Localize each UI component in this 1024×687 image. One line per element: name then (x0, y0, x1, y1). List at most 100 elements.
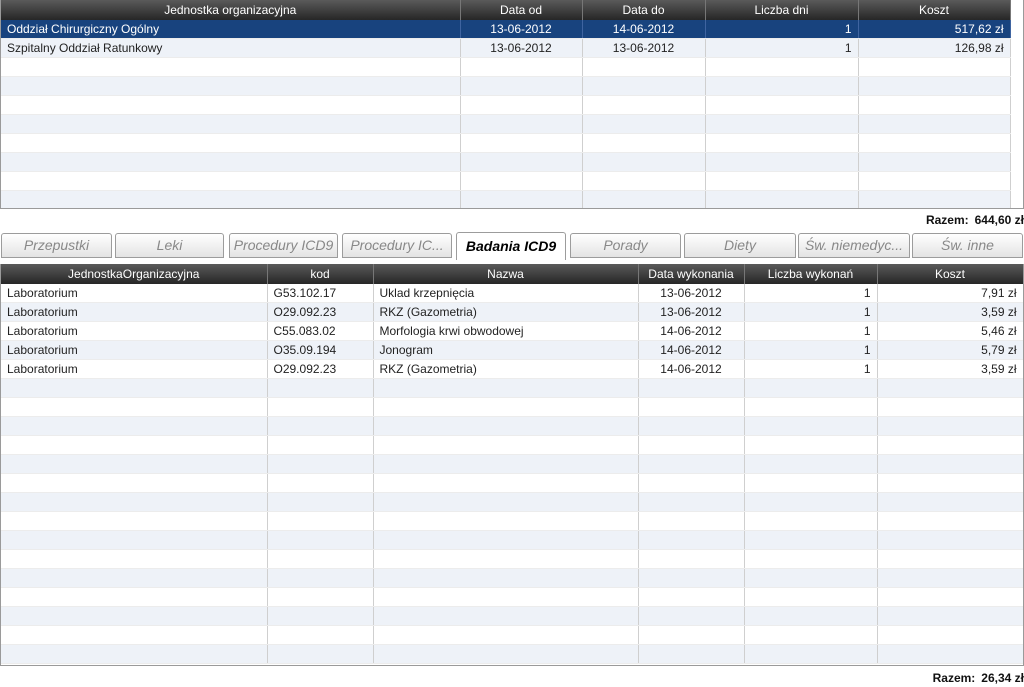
col-data-od[interactable]: Data od (460, 0, 583, 20)
stay-cell: 13-06-2012 (582, 38, 706, 58)
stay-row[interactable]: Szpitalny Oddział Ratunkowy 13-06-2012 13-… (1, 38, 1011, 58)
test-cell (267, 473, 374, 493)
empty-row[interactable] (1, 549, 1023, 569)
empty-row[interactable] (1, 587, 1023, 607)
stay-cell (582, 76, 706, 96)
empty-row[interactable] (1, 511, 1023, 531)
tab-leki[interactable]: Leki (115, 233, 224, 258)
empty-row[interactable] (1, 644, 1023, 664)
test-cell (744, 378, 878, 398)
test-cell: 7,91 zł (877, 284, 1023, 303)
test-cell: Laboratorium (1, 302, 268, 322)
stay-row[interactable]: Oddział Chirurgiczny Ogólny 13-06-2012 14-… (1, 20, 1011, 39)
col-kod[interactable]: kod (267, 264, 374, 284)
empty-row[interactable] (1, 397, 1023, 417)
test-row[interactable]: Laboratorium C55.083.02 Morfologia krwi ob… (1, 321, 1023, 341)
test-cell (267, 587, 374, 607)
stay-cell (582, 95, 706, 115)
empty-row[interactable] (1, 454, 1023, 474)
stay-cell (1, 152, 461, 172)
stay-cell (705, 171, 859, 191)
col-nazwa[interactable]: Nazwa (373, 264, 639, 284)
test-cell (744, 549, 878, 569)
empty-row[interactable] (1, 606, 1023, 626)
test-cell: 1 (744, 284, 878, 303)
test-cell: 3,59 zł (877, 302, 1023, 322)
empty-row[interactable] (1, 625, 1023, 645)
empty-row[interactable] (1, 568, 1023, 588)
test-cell (638, 416, 745, 436)
tab-przepustki[interactable]: Przepustki (1, 233, 112, 258)
test-cell: 1 (744, 302, 878, 322)
stay-cell (858, 114, 1011, 134)
stay-cell (858, 133, 1011, 153)
empty-row[interactable] (1, 152, 1011, 172)
col-koszt[interactable]: Koszt (858, 0, 1011, 20)
test-cell (373, 454, 639, 474)
test-cell (638, 397, 745, 417)
tests-grid[interactable]: JednostkaOrganizacyjna kod Nazwa Data wy… (0, 264, 1024, 666)
col-liczba-wykonan[interactable]: Liczba wykonań (744, 264, 878, 284)
tab-procedury-ic[interactable]: Procedury IC... (342, 233, 452, 258)
test-cell: RKZ (Gazometria) (373, 302, 639, 322)
test-cell (267, 416, 374, 436)
col-jednostka-organizacyjna[interactable]: Jednostka organizacyjna (1, 0, 461, 20)
empty-row[interactable] (1, 435, 1023, 455)
test-cell (877, 511, 1023, 531)
empty-row[interactable] (1, 95, 1011, 115)
test-cell: 1 (744, 340, 878, 360)
col-liczba-dni[interactable]: Liczba dni (705, 0, 859, 20)
test-cell (744, 587, 878, 607)
empty-row[interactable] (1, 76, 1011, 96)
empty-row[interactable] (1, 473, 1023, 493)
tab-procedury-icd9[interactable]: Procedury ICD9 (229, 233, 338, 258)
test-cell (877, 378, 1023, 398)
tab-sw-niemedyczne[interactable]: Św. niemedyc... (798, 233, 910, 258)
stay-cell (1, 76, 461, 96)
empty-row[interactable] (1, 492, 1023, 512)
test-cell (877, 644, 1023, 664)
tab-porady[interactable]: Porady (570, 233, 681, 258)
test-cell (877, 492, 1023, 512)
test-cell (373, 416, 639, 436)
empty-row[interactable] (1, 190, 1011, 208)
tab-diety[interactable]: Diety (684, 233, 796, 258)
empty-row[interactable] (1, 416, 1023, 436)
test-cell (373, 378, 639, 398)
tab-badania-icd9[interactable]: Badania ICD9 (456, 232, 566, 260)
empty-row[interactable] (1, 378, 1023, 398)
test-row[interactable]: Laboratorium O29.092.23 RKZ (Gazometria) 13… (1, 302, 1023, 322)
test-row[interactable]: Laboratorium O35.09.194 Jonogram 14-06-2012… (1, 340, 1023, 360)
test-cell (638, 492, 745, 512)
test-cell (373, 587, 639, 607)
empty-row[interactable] (1, 171, 1011, 191)
col-data-do[interactable]: Data do (582, 0, 706, 20)
test-cell (877, 416, 1023, 436)
stay-cell (858, 76, 1011, 96)
col-data-wykonania[interactable]: Data wykonania (638, 264, 745, 284)
stays-grid[interactable]: Jednostka organizacyjna Data od Data do … (0, 0, 1024, 209)
test-cell: Jonogram (373, 340, 639, 360)
col-jednostka[interactable]: JednostkaOrganizacyjna (1, 264, 268, 284)
tab-sw-inne[interactable]: Św. inne (912, 233, 1023, 258)
col-koszt-badania[interactable]: Koszt (877, 264, 1023, 284)
empty-row[interactable] (1, 133, 1011, 153)
test-cell: 13-06-2012 (638, 302, 745, 322)
test-cell (877, 625, 1023, 645)
empty-row[interactable] (1, 530, 1023, 550)
stay-cell (1, 114, 461, 134)
stay-cell (460, 171, 583, 191)
empty-row[interactable] (1, 114, 1011, 134)
test-cell (744, 435, 878, 455)
test-cell (267, 606, 374, 626)
test-row[interactable]: Laboratorium O29.092.23 RKZ (Gazometria) 14… (1, 359, 1023, 379)
test-row[interactable]: Laboratorium G53.102.17 Uklad krzepnięcia 1… (1, 284, 1023, 303)
stay-cell: 517,62 zł (858, 20, 1011, 39)
test-cell (1, 568, 268, 588)
stay-cell (460, 114, 583, 134)
test-cell (373, 549, 639, 569)
test-cell (373, 530, 639, 550)
stay-cell (1, 133, 461, 153)
tests-table: JednostkaOrganizacyjna kod Nazwa Data wy… (1, 264, 1023, 664)
empty-row[interactable] (1, 57, 1011, 77)
